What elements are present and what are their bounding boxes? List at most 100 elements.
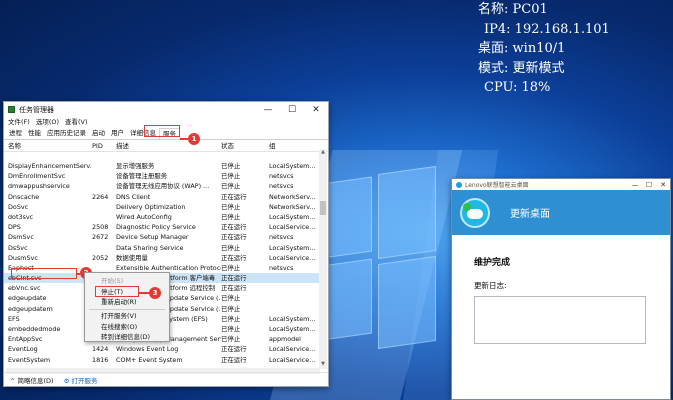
update-header-title: 更新桌面 <box>510 209 550 220</box>
footer-bar: ⌃ 简略信息(D) ⚙ 打开服务 <box>4 372 328 386</box>
menu-item-go-to-details[interactable]: 转到详细信息(D) <box>85 332 169 342</box>
scroll-down-icon[interactable]: ▼ <box>319 361 327 369</box>
column-header-name[interactable]: 名称 <box>4 140 92 151</box>
update-maximize-button[interactable]: ☐ <box>642 181 656 189</box>
tab-processes[interactable]: 进程 <box>6 128 25 139</box>
cell-pid <box>92 212 116 222</box>
cell-status: 已停止 <box>221 304 241 313</box>
cell-name: DusmSvc <box>8 253 38 262</box>
cell-description: 设备管理无线应用协议 (WAP) ... <box>116 182 210 191</box>
table-row[interactable]: DusmSvc 2052 数据使用量 正在运行 LocalService... <box>4 253 320 263</box>
table-row[interactable]: DmEnrollmentSvc 设备管理注册服务 已停止 netsvcs <box>4 171 320 181</box>
ebclnt-row-highlight <box>11 268 77 279</box>
cell-status: 正在运行 <box>221 253 247 262</box>
cell-group: LocalSystem... <box>269 212 316 221</box>
stop-item-highlight <box>95 286 139 297</box>
cell-status: 已停止 <box>221 202 241 211</box>
column-header-status[interactable]: 状态 <box>221 140 269 151</box>
cell-pid <box>92 202 116 212</box>
table-row[interactable]: EventLog 1424 Windows Event Log 正在运行 LocalSe… <box>4 344 320 354</box>
column-header-row: 名称 PID 描述 状态 组 <box>4 140 328 152</box>
tab-performance[interactable]: 性能 <box>25 128 44 139</box>
cell-name: DmEnrollmentSvc <box>8 172 66 181</box>
table-row[interactable]: Dnscache 2264 DNS Client 正在运行 NetworkServ... <box>4 192 320 202</box>
cell-pid: 2264 <box>92 192 109 201</box>
cell-description: COM+ Event System <box>116 355 183 364</box>
cell-group: netsvcs <box>269 233 294 242</box>
cell-name: DisplayEnhancementServ... <box>8 162 92 170</box>
tab-app-history[interactable]: 应用历史记录 <box>44 128 89 139</box>
lenovo-icon <box>456 181 462 188</box>
update-minimize-button[interactable]: — <box>628 181 642 189</box>
cell-pid: 2672 <box>92 233 109 242</box>
info-line-cpu: CPU: 18% <box>484 80 551 95</box>
table-row[interactable]: dmwappushservice 设备管理无线应用协议 (WAP) ... 已停止 n… <box>4 181 320 191</box>
cell-pid <box>92 161 116 171</box>
menu-item-search-online[interactable]: 在线搜索(O) <box>85 322 169 332</box>
cell-pid: 1424 <box>92 345 109 354</box>
vertical-scrollbar[interactable]: ▲ ▼ <box>319 149 327 369</box>
cell-group <box>269 304 319 314</box>
update-close-button[interactable]: ✕ <box>656 181 670 189</box>
step1-arrow <box>180 138 188 140</box>
cell-description: Windows Event Log <box>116 345 179 354</box>
cell-pid <box>92 171 116 181</box>
cell-group: netsvcs <box>269 182 294 191</box>
title-bar[interactable]: 任务管理器 — ☐ ✕ <box>4 102 328 117</box>
cell-pid <box>92 243 116 253</box>
close-button[interactable]: ✕ <box>304 105 328 115</box>
table-row[interactable]: DsSvc Data Sharing Service 已停止 LocalSystem.… <box>4 243 320 253</box>
cell-group <box>269 273 319 283</box>
table-row[interactable]: DoSvc Delivery Optimization 已停止 NetworkServ… <box>4 202 320 212</box>
menu-options[interactable]: 选项(O) <box>36 117 59 128</box>
window-title: 任务管理器 <box>19 105 54 114</box>
tab-users[interactable]: 用户 <box>108 128 127 139</box>
cell-name: Dnscache <box>8 192 40 201</box>
step-badge-3: 3 <box>149 287 161 299</box>
table-row[interactable]: EventSystem 1816 COM+ Event System 正在运行 Loca… <box>4 355 320 365</box>
cell-group: LocalSystem... <box>269 162 316 170</box>
cell-group: appmodel <box>269 335 301 344</box>
cell-name: dmwappushservice <box>8 182 70 191</box>
table-row[interactable]: DsmSvc 2672 Device Setup Manager 正在运行 netsvc… <box>4 232 320 242</box>
table-row[interactable]: DPS 2508 Diagnostic Policy Service 正在运行 Loca… <box>4 222 320 232</box>
scroll-up-icon[interactable]: ▲ <box>319 149 327 157</box>
cell-group: netsvcs <box>269 263 294 272</box>
cell-name: dot3svc <box>8 212 34 221</box>
brief-info-link[interactable]: ⌃ 简略信息(D) <box>10 375 54 385</box>
cell-status: 已停止 <box>221 182 241 191</box>
lenovo-update-window: Lenovo联想智能云桌面 — ☐ ✕ 更新桌面 维护完成 更新日志: <box>451 178 671 400</box>
menu-item-start[interactable]: 开始(S) <box>85 276 169 286</box>
menu-item-open-services[interactable]: 打开服务(V) <box>85 311 169 321</box>
open-services-link[interactable]: ⚙ 打开服务 <box>64 375 98 385</box>
cell-group: LocalSystem... <box>269 243 316 252</box>
cell-description: 显示增强服务 <box>116 162 155 170</box>
menu-file[interactable]: 文件(F) <box>8 117 30 128</box>
cell-group: NetworkServ... <box>269 192 316 201</box>
column-header-description[interactable]: 描述 <box>116 140 221 151</box>
update-window-title: Lenovo联想智能云桌面 <box>465 182 529 189</box>
cell-group: LocalService... <box>269 355 316 364</box>
tab-startup[interactable]: 启动 <box>89 128 108 139</box>
cell-group: LocalService... <box>269 345 316 354</box>
scroll-thumb[interactable] <box>320 201 326 215</box>
cell-name: EFS <box>8 314 20 323</box>
update-title-bar[interactable]: Lenovo联想智能云桌面 — ☐ ✕ <box>452 179 670 190</box>
context-menu: 开始(S) 停止(T) 重新启动(R) 打开服务(V) 在线搜索(O) 转到详细… <box>84 272 170 342</box>
cell-pid <box>92 181 116 191</box>
cell-group: LocalService... <box>269 223 316 232</box>
table-row[interactable]: DisplayEnhancementServ... 显示增强服务 已停止 LocalS… <box>4 161 320 171</box>
step-badge-1: 1 <box>188 133 200 145</box>
cell-name: DPS <box>8 223 21 232</box>
table-row[interactable]: dot3svc Wired AutoConfig 已停止 LocalSystem... <box>4 212 320 222</box>
column-header-pid[interactable]: PID <box>92 140 116 151</box>
cell-name: EntAppSvc <box>8 335 43 344</box>
maximize-button[interactable]: ☐ <box>280 105 304 115</box>
cell-status: 正在运行 <box>221 345 247 354</box>
column-header-group[interactable]: 组 <box>269 140 319 151</box>
minimize-button[interactable]: — <box>256 105 280 115</box>
cell-description: Wired AutoConfig <box>116 212 172 221</box>
update-log-textarea[interactable] <box>474 296 646 344</box>
menu-view[interactable]: 查看(V) <box>65 117 88 128</box>
cell-name: DsmSvc <box>8 233 34 242</box>
